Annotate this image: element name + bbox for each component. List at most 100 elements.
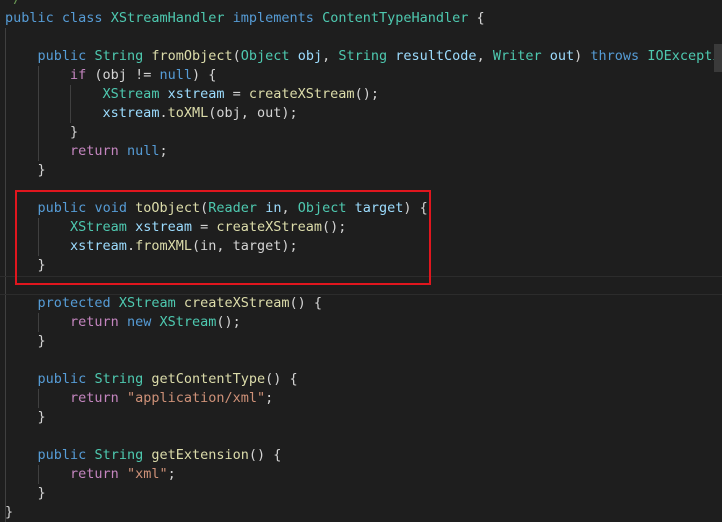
code-token: if: [70, 67, 87, 83]
code-token: getContentType: [151, 371, 266, 387]
code-token: "xml": [126, 466, 168, 482]
code-token: XStream: [70, 219, 127, 235]
code-line[interactable]: }: [5, 484, 46, 503]
code-token: in: [265, 200, 282, 216]
code-token: out: [549, 48, 575, 64]
code-token: ) {: [403, 200, 428, 216]
code-token: return: [70, 314, 119, 330]
code-token: String: [94, 48, 144, 64]
code-token: ;: [265, 390, 274, 406]
code-token: .: [159, 105, 168, 121]
code-line[interactable]: if (obj != null) {: [5, 66, 216, 85]
code-line[interactable]: public String getExtension() {: [5, 446, 282, 465]
code-token: null: [159, 67, 192, 83]
code-token: ) {: [191, 67, 217, 83]
code-line[interactable]: */: [5, 0, 21, 9]
code-token: createXStream: [248, 86, 355, 102]
code-line[interactable]: return "xml";: [5, 465, 176, 484]
code-line[interactable]: public String getContentType() {: [5, 370, 298, 389]
code-token: String: [94, 447, 144, 463]
code-token: Object: [240, 48, 290, 64]
code-token: (obj !=: [86, 67, 160, 83]
code-line[interactable]: }: [5, 123, 78, 142]
code-token: () {: [265, 371, 298, 387]
code-token: ContentTypeHandler: [322, 10, 469, 26]
code-token: XStream: [159, 314, 217, 330]
code-token: String: [338, 48, 388, 64]
code-editor[interactable]: */ public class XStreamHandler implements…: [0, 0, 722, 522]
code-token: resultCode: [395, 48, 477, 64]
code-token: implements: [232, 10, 314, 26]
code-line[interactable]: XStream xstream = createXStream();: [5, 85, 379, 104]
code-line[interactable]: XStream xstream = createXStream();: [5, 218, 346, 237]
code-line[interactable]: }: [5, 408, 46, 427]
code-token: () {: [248, 447, 282, 463]
code-line[interactable]: xstream.toXML(obj, out);: [5, 104, 298, 123]
code-token: public: [37, 447, 87, 463]
code-token: "application/xml": [126, 390, 266, 406]
code-line[interactable]: protected XStream createXStream() {: [5, 294, 323, 313]
code-token: ,: [476, 48, 493, 64]
current-line-indicator: [0, 276, 722, 295]
code-token: =: [191, 219, 217, 235]
code-token: (in, target);: [191, 238, 298, 254]
code-token: null: [126, 143, 160, 159]
code-token: public: [37, 371, 87, 387]
code-token: createXStream: [216, 219, 323, 235]
code-line[interactable]: xstream.fromXML(in, target);: [5, 237, 298, 256]
code-token: }: [5, 124, 79, 140]
code-line[interactable]: public String fromObject(Object obj, Str…: [5, 47, 722, 66]
code-line[interactable]: public class XStreamHandler implements C…: [5, 9, 485, 28]
code-token: public: [37, 48, 87, 64]
code-token: }: [5, 162, 46, 178]
code-token: return: [70, 390, 119, 406]
code-line[interactable]: }: [5, 256, 46, 275]
code-line[interactable]: return "application/xml";: [5, 389, 273, 408]
code-token: ();: [216, 314, 241, 330]
code-token: void: [94, 200, 127, 216]
code-line[interactable]: public void toObject(Reader in, Object t…: [5, 199, 428, 218]
code-token: ,: [322, 48, 339, 64]
code-token: XStreamHandler: [110, 10, 225, 26]
code-token: fromObject: [151, 48, 233, 64]
code-token: }: [5, 409, 46, 425]
code-token: getExtension: [151, 447, 249, 463]
code-token: ();: [354, 86, 379, 102]
code-token: public: [37, 200, 87, 216]
code-token: }: [5, 333, 46, 349]
code-token: public: [5, 10, 54, 26]
code-token: (: [232, 48, 241, 64]
code-line[interactable]: return null;: [5, 142, 168, 161]
code-line[interactable]: }: [5, 161, 46, 180]
code-token: () {: [289, 295, 323, 311]
code-line[interactable]: }: [5, 503, 13, 522]
code-token: Writer: [492, 48, 542, 64]
code-line[interactable]: }: [5, 332, 46, 351]
code-line[interactable]: return new XStream();: [5, 313, 241, 332]
code-token: ();: [322, 219, 347, 235]
code-token: .: [126, 238, 136, 254]
code-token: toXML: [167, 105, 209, 121]
